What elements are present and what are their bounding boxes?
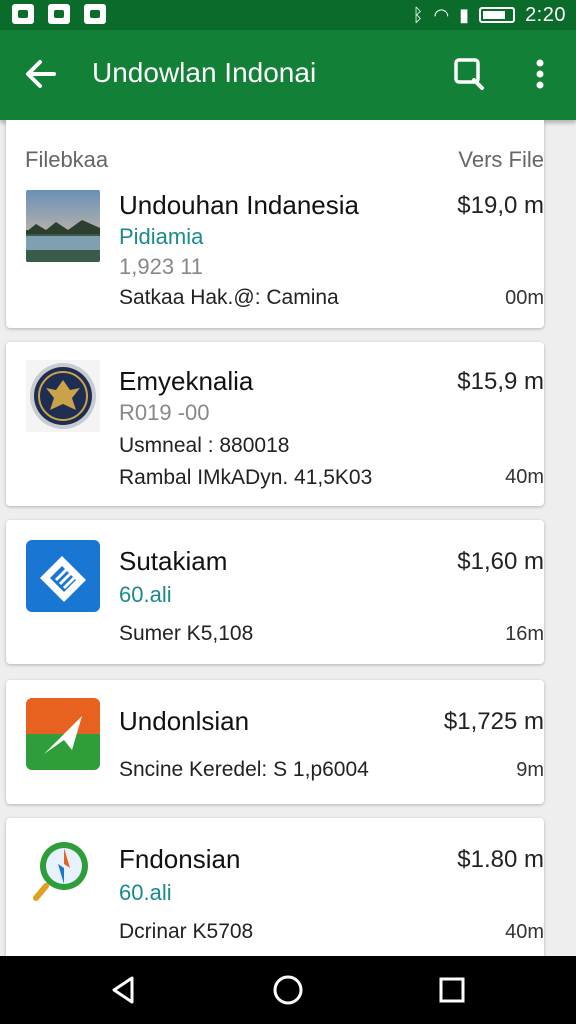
signal-icon: ▮: [459, 5, 470, 25]
item-name: Sutakiam: [119, 546, 228, 576]
nav-home-button[interactable]: [270, 972, 306, 1008]
item-meta: Satkaa Hak.@: Camina: [119, 286, 339, 309]
item-size: 40m: [505, 466, 544, 488]
item-size: 9m: [516, 759, 544, 781]
list-item[interactable]: Sutakiam 60.ali Sumer K5,108 $1,60 m 16m: [6, 520, 544, 664]
gallery-notification-icon: [12, 4, 34, 24]
item-price: $1,725 m: [443, 708, 544, 735]
list-item[interactable]: Fndonsian 60.ali Dcrinar K5708 $1.80 m 4…: [6, 818, 544, 956]
item-subtitle: R019 -00: [119, 400, 210, 425]
search-button[interactable]: [450, 54, 490, 94]
circle-home-icon: [273, 975, 303, 1005]
wifi-icon: ◠: [433, 5, 450, 25]
app-bar: Undowlan Indonai: [0, 30, 576, 120]
item-thumbnail: [26, 540, 100, 612]
item-thumbnail: [26, 190, 100, 262]
item-name: Emyeknalia: [119, 366, 254, 396]
search-icon: [454, 58, 484, 90]
compass-app-icon: [33, 842, 88, 901]
item-name: Fndonsian: [119, 844, 241, 874]
item-price: $1.80 m: [457, 846, 544, 873]
nav-back-button[interactable]: [106, 972, 142, 1008]
app-notification-icon: [84, 4, 106, 24]
item-size: 16m: [505, 623, 544, 645]
list-header-left: Filebkaa: [25, 147, 109, 172]
more-vert-icon: [536, 59, 544, 89]
emblem-seal-icon: [30, 363, 96, 429]
item-name: Undonlsian: [119, 706, 250, 736]
alert-notification-icon: [48, 4, 70, 24]
item-size: 40m: [505, 921, 544, 943]
page-title: Undowlan Indonai: [92, 57, 317, 88]
item-meta: Sumer K5,108: [119, 622, 254, 645]
list-item[interactable]: Emyeknalia R019 -00 Usmneal : 880018 Ram…: [6, 342, 544, 506]
battery-icon: [479, 7, 516, 23]
item-meta: Rambal IMkADyn. 41,5K03: [119, 466, 373, 489]
item-size: 00m: [505, 287, 544, 309]
blue-app-icon: [40, 556, 86, 602]
item-meta: Dcrinar K5708: [119, 920, 254, 943]
item-price: $15,9 m: [457, 368, 544, 395]
triangle-back-icon: [112, 976, 134, 1004]
item-meta: Sncine Keredel: S 1,p6004: [119, 758, 369, 781]
results-list: Filebkaa Vers File Undouhan Indanesia Pi…: [0, 120, 576, 956]
list-item[interactable]: Undonlsian Sncine Keredel: S 1,p6004 $1,…: [6, 680, 544, 804]
item-subtitle: Pidiamia: [119, 224, 204, 249]
system-nav-bar: [0, 956, 576, 1024]
status-bar: ᛒ ◠ ▮ 2:20: [0, 0, 576, 30]
item-thumbnail: [26, 360, 100, 432]
item-price: $1,60 m: [457, 548, 544, 575]
landscape-photo-icon: [26, 190, 100, 262]
item-detail: 1,923 11: [119, 254, 204, 279]
bluetooth-icon: ᛒ: [412, 5, 424, 25]
item-thumbnail: [26, 834, 100, 906]
back-button[interactable]: [22, 56, 62, 92]
item-subtitle: 60.ali: [119, 582, 172, 607]
item-thumbnail: [26, 698, 100, 770]
more-options-button[interactable]: [524, 54, 556, 94]
item-price: $19,0 m: [457, 192, 544, 219]
back-arrow-icon: [26, 60, 56, 88]
nav-recents-button[interactable]: [434, 972, 470, 1008]
item-subtitle: 60.ali: [119, 880, 172, 905]
item-name: Undouhan Indanesia: [119, 190, 359, 220]
plane-app-icon: [26, 698, 100, 770]
item-detail: Usmneal : 880018: [119, 434, 290, 457]
list-header-right: Vers File: [458, 147, 544, 172]
status-time: 2:20: [525, 3, 566, 26]
list-item[interactable]: Filebkaa Vers File Undouhan Indanesia Pi…: [6, 120, 544, 328]
square-recents-icon: [439, 977, 465, 1003]
